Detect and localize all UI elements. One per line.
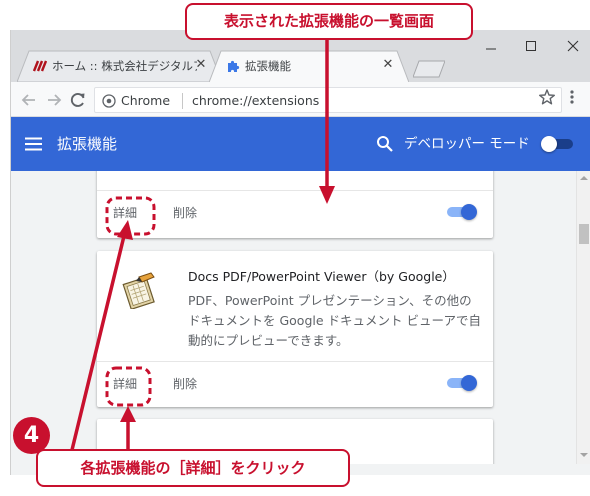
browser-toolbar: Chrome chrome://extensions bbox=[11, 82, 590, 117]
tab-title: 拡張機能 bbox=[245, 59, 291, 73]
tab-extensions[interactable]: 拡張機能 ✕ bbox=[209, 50, 409, 82]
card-divider bbox=[97, 361, 493, 362]
developer-mode-label: デベロッパー モード bbox=[404, 136, 530, 152]
omnibox-url[interactable]: chrome://extensions bbox=[192, 93, 319, 108]
search-icon[interactable] bbox=[376, 135, 394, 153]
scroll-down-arrow-icon[interactable] bbox=[580, 452, 588, 458]
new-tab-button[interactable] bbox=[413, 60, 445, 78]
bottom-callout: 各拡張機能の［詳細］をクリック bbox=[36, 449, 350, 487]
top-callout: 表示された拡張機能の一覧画面 bbox=[185, 3, 473, 40]
extension-name: Docs PDF/PowerPoint Viewer（by Google） bbox=[188, 269, 455, 284]
omnibox-chrome-label: Chrome bbox=[121, 93, 171, 108]
toggle-knob bbox=[541, 136, 557, 152]
remove-button[interactable]: 削除 bbox=[173, 377, 197, 391]
details-button[interactable]: 詳細 bbox=[113, 377, 137, 391]
forward-arrow-icon[interactable] bbox=[44, 90, 64, 110]
card-divider bbox=[97, 190, 493, 191]
close-icon[interactable]: ✕ bbox=[380, 57, 396, 73]
menu-dots-icon[interactable] bbox=[567, 88, 577, 106]
page-scrollbar[interactable] bbox=[576, 171, 590, 464]
maximize-button[interactable] bbox=[511, 36, 551, 56]
extensions-header: 拡張機能 デベロッパー モード bbox=[11, 117, 590, 171]
toggle-knob bbox=[461, 204, 477, 220]
scrollbar-thumb[interactable] bbox=[579, 224, 589, 244]
extension-description: PDF、PowerPoint プレゼンテーション、その他のドキュメントを Goo… bbox=[188, 293, 482, 348]
remove-button[interactable]: 削除 bbox=[173, 206, 197, 220]
browser-window: ホーム :: 株式会社デジタルアドバンテージ ✕ 拡張機能 ✕ Chrome c… bbox=[10, 30, 590, 475]
page-title: 拡張機能 bbox=[57, 135, 118, 153]
extensions-puzzle-icon bbox=[228, 60, 240, 72]
scroll-up-arrow-icon[interactable] bbox=[580, 175, 588, 181]
extension-card: 詳細 削除 bbox=[97, 171, 493, 238]
omnibox-divider bbox=[182, 93, 183, 109]
extension-enable-toggle[interactable] bbox=[445, 204, 479, 220]
reload-icon[interactable] bbox=[68, 90, 88, 110]
tab-digital-advantage[interactable]: ホーム :: 株式会社デジタルアドバンテージ ✕ bbox=[17, 50, 222, 82]
close-icon[interactable]: ✕ bbox=[193, 57, 209, 73]
extensions-list: 詳細 削除 Docs PDF/PowerPoint Viewer（by Goog… bbox=[11, 171, 576, 464]
window-close-button[interactable] bbox=[553, 36, 590, 56]
minimize-button[interactable] bbox=[471, 36, 511, 56]
back-arrow-icon[interactable] bbox=[19, 90, 39, 110]
favicon-digital-advantage-icon bbox=[33, 60, 47, 72]
address-bar[interactable]: Chrome chrome://extensions bbox=[94, 87, 562, 113]
extension-card: Docs PDF/PowerPoint Viewer（by Google） PD… bbox=[97, 251, 493, 407]
hamburger-menu-icon[interactable] bbox=[25, 136, 43, 152]
secure-info-icon[interactable] bbox=[102, 94, 116, 108]
tab-title: ホーム :: 株式会社デジタルアドバンテージ bbox=[52, 59, 197, 73]
toggle-knob bbox=[461, 375, 477, 391]
star-icon[interactable] bbox=[538, 88, 556, 106]
developer-mode-toggle[interactable] bbox=[541, 136, 575, 152]
extension-enable-toggle[interactable] bbox=[445, 375, 479, 391]
docs-viewer-icon bbox=[122, 272, 155, 309]
details-button[interactable]: 詳細 bbox=[113, 206, 137, 220]
